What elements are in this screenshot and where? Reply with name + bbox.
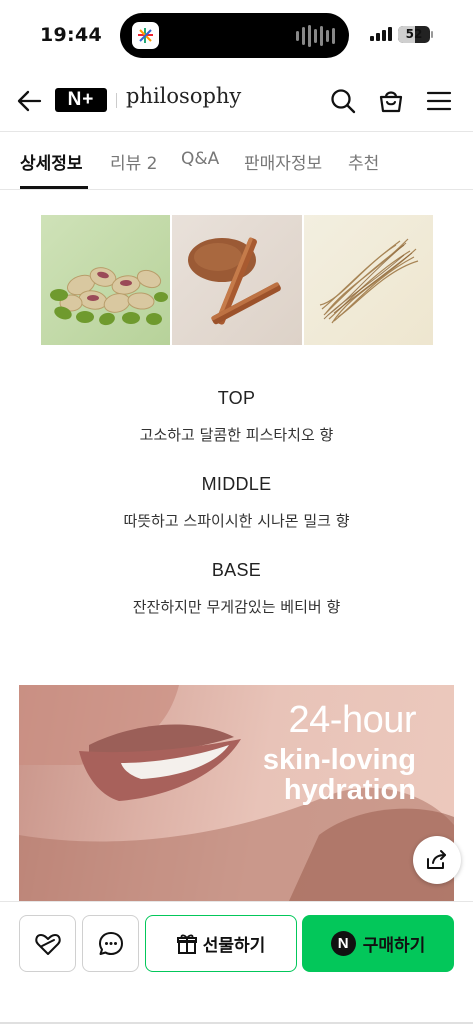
gift-button-label: 선물하기 <box>202 936 266 956</box>
back-arrow-icon <box>17 90 42 112</box>
heart-icon <box>34 933 61 955</box>
cart-button[interactable] <box>376 86 406 116</box>
gift-box-icon <box>176 933 197 954</box>
pistachio-image <box>41 215 171 345</box>
search-button[interactable] <box>328 86 358 116</box>
hamburger-menu-icon <box>426 91 452 111</box>
cellular-signal-icon <box>370 27 392 41</box>
note-title: BASE <box>211 560 262 580</box>
naver-plus-logo[interactable]: N+ <box>55 88 107 112</box>
dynamic-island <box>120 13 349 58</box>
scent-notes: TOP 고소하고 달콤한 피스타치오 향 MIDDLE 따뜻하고 스파이시한 시… <box>0 388 473 646</box>
audio-waveform-icon <box>296 25 335 47</box>
note-description: 따뜻하고 스파이시한 시나몬 밀크 향 <box>123 512 350 530</box>
note-title: MIDDLE <box>201 474 272 494</box>
battery-cap <box>431 31 433 38</box>
bottom-action-bar: 선물하기 N 구매하기 <box>0 901 473 1024</box>
buy-button-label: 구매하기 <box>362 936 426 956</box>
share-icon <box>427 850 446 869</box>
battery-percent: 52 <box>405 27 423 41</box>
note-top: TOP 고소하고 달콤한 피스타치오 향 <box>0 388 473 474</box>
now-playing-app-icon <box>132 22 159 49</box>
banner-line-3: hydration <box>283 774 416 807</box>
product-tabs: 상세정보 리뷰 2 Q&A 판매자정보 추천 <box>0 132 473 190</box>
cinnamon-image <box>172 215 302 345</box>
banner-headline: 24-hour skin-loving hydration <box>262 699 417 807</box>
note-description: 잔잔하지만 무게감있는 베티버 향 <box>132 598 341 616</box>
status-time: 19:44 <box>40 24 102 46</box>
tab-seller-info[interactable]: 판매자정보 <box>244 149 322 174</box>
wishlist-button[interactable] <box>19 915 76 972</box>
naver-pay-icon: N <box>330 931 356 956</box>
note-base: BASE 잔잔하지만 무게감있는 베티버 향 <box>0 560 473 646</box>
vetiver-root-image <box>303 215 433 345</box>
tab-recommend[interactable]: 추천 <box>348 149 379 174</box>
logo-divider <box>116 93 117 108</box>
brand-name[interactable]: philosophy <box>126 84 241 108</box>
banner-line-1: 24-hour <box>288 699 417 741</box>
active-tab-indicator <box>20 186 88 189</box>
back-button[interactable] <box>14 86 44 116</box>
promo-banner: 24-hour skin-loving hydration <box>19 685 454 901</box>
share-button[interactable] <box>413 836 461 884</box>
gift-button[interactable]: 선물하기 <box>145 915 297 972</box>
app-header: N+ philosophy <box>0 70 473 132</box>
search-icon <box>331 89 356 114</box>
chat-bubble-icon <box>98 931 123 955</box>
banner-line-2: skin-loving <box>262 743 416 776</box>
menu-button[interactable] <box>424 86 454 116</box>
shopping-bag-icon <box>379 91 403 113</box>
note-middle: MIDDLE 따뜻하고 스파이시한 시나몬 밀크 향 <box>0 474 473 560</box>
note-title: TOP <box>217 388 256 408</box>
tab-detail-info[interactable]: 상세정보 <box>20 149 83 174</box>
note-description: 고소하고 달콤한 피스타치오 향 <box>139 426 334 444</box>
battery-icon: 52 <box>398 26 430 43</box>
tab-qna[interactable]: Q&A <box>181 149 219 169</box>
tab-reviews[interactable]: 리뷰 2 <box>110 149 158 174</box>
status-bar: 19:44 52 <box>0 0 473 70</box>
buy-button[interactable]: N 구매하기 <box>302 915 454 972</box>
talk-button[interactable] <box>82 915 139 972</box>
ingredient-images <box>41 215 433 345</box>
